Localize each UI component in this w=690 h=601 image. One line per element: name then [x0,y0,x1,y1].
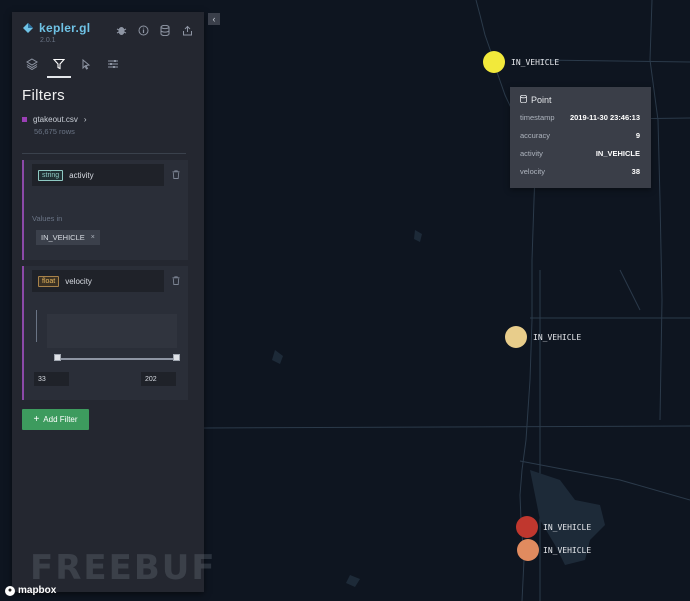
chevron-right-icon[interactable]: › [84,115,87,124]
range-slider-track[interactable] [57,358,177,360]
tooltip-key: activity [520,149,543,158]
page-title: Filters [22,87,65,104]
histogram-axis [36,310,37,342]
tooltip-value: 38 [631,167,640,176]
map-point[interactable] [516,516,538,538]
tooltip-title: Point [520,94,552,105]
trash-icon[interactable] [172,170,180,179]
map-point-label: IN_VEHICLE [511,58,560,67]
field-name: activity [69,170,94,180]
map-point[interactable] [483,51,505,73]
tooltip-value: 9 [635,131,640,140]
tab-layers[interactable] [22,54,42,74]
map-point-label: IN_VEHICLE [543,546,592,555]
field-type-tag: string [38,169,64,181]
add-filter-label: Add Filter [43,415,78,424]
kepler-logo-icon [23,23,33,33]
close-icon[interactable]: × [91,234,95,241]
cursor-icon [82,58,91,70]
selected-value-chip[interactable]: IN_VEHICLE × [36,230,100,245]
tooltip-value: 2019-11-30 23:46:13 [569,113,640,122]
range-min-input[interactable]: 33 [34,372,69,386]
divider [22,153,186,154]
mapbox-label: mapbox [18,585,57,596]
mapbox-logo[interactable]: ● mapbox [5,585,56,596]
info-icon[interactable] [136,23,150,37]
tooltip-value: IN_VEHICLE [595,149,640,158]
bug-icon[interactable] [114,23,128,37]
map-point[interactable] [505,326,527,348]
settings-sliders-icon [108,60,118,68]
filter-icon [53,58,65,70]
range-slider-handle-max[interactable] [173,354,180,361]
dataset-color-swatch [22,117,27,122]
filter-card-velocity: float velocity 33 202 [22,266,188,400]
tooltip-row: activity IN_VEHICLE [520,149,640,158]
histogram [47,314,177,348]
app-name: kepler.gl [39,21,91,35]
dataset-name[interactable]: gtakeout.csv [33,115,78,124]
point-tooltip: Point timestamp 2019-11-30 23:46:13 accu… [510,87,651,188]
tooltip-key: accuracy [520,131,551,140]
map-point-label: IN_VEHICLE [543,523,592,532]
filter-field-selector[interactable]: string activity [32,164,164,186]
dataset-info: gtakeout.csv › 56,675 rows [22,115,87,136]
values-label: Values in [32,214,63,223]
tooltip-key: velocity [520,167,546,176]
dataset-row-count: 56,675 rows [34,127,75,136]
plus-icon: + [33,414,40,425]
tooltip-row: velocity 38 [520,167,640,176]
database-icon [520,94,527,105]
range-slider-handle-min[interactable] [54,354,61,361]
app-version: 2.0.1 [40,37,56,44]
filter-field-selector[interactable]: float velocity [32,270,164,292]
tooltip-row: timestamp 2019-11-30 23:46:13 [520,113,640,122]
field-name: velocity [65,276,92,286]
kepler-logo[interactable]: kepler.gl [22,21,90,35]
tooltip-key: timestamp [520,113,555,122]
layers-icon [26,58,38,70]
map-point-label: IN_VEHICLE [533,333,582,342]
chip-label: IN_VEHICLE [41,233,85,242]
tab-map-settings[interactable] [103,54,123,74]
collapse-panel-button[interactable]: ‹ [208,13,220,25]
tab-filters[interactable] [47,54,71,78]
map-point[interactable] [517,539,539,561]
chevron-left-icon: ‹ [212,14,216,24]
tooltip-row: accuracy 9 [520,131,640,140]
mapbox-icon: ● [5,585,15,596]
add-filter-button[interactable]: + Add Filter [22,409,89,430]
share-icon[interactable] [180,23,194,37]
filter-card-activity: string activity Values in IN_VEHICLE × [22,160,188,260]
side-panel: kepler.gl 2.0.1 Filters gtakeout.csv › 5… [12,12,204,592]
panel-header: kepler.gl 2.0.1 [12,12,204,52]
range-max-input[interactable]: 202 [141,372,176,386]
trash-icon[interactable] [172,276,180,285]
tab-interactions[interactable] [76,54,96,74]
database-icon[interactable] [158,23,172,37]
watermark: FREEBUF [30,548,217,588]
panel-tabs [22,54,123,78]
field-type-tag: float [38,275,60,287]
